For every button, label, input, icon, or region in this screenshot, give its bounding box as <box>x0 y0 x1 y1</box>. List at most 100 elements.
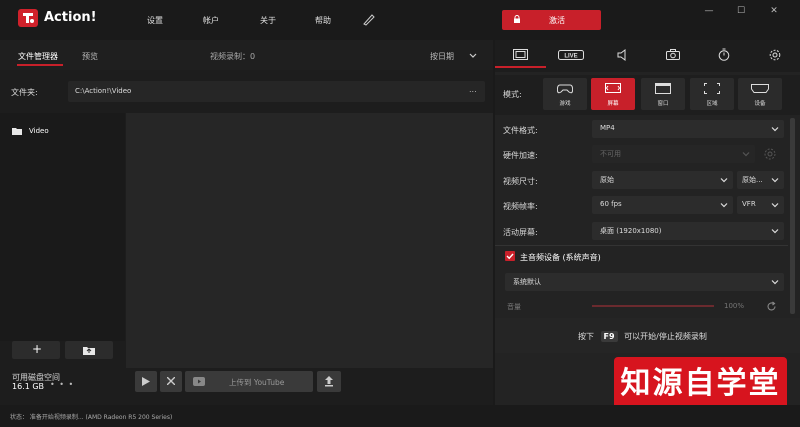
sort-by-date-select[interactable]: 按日期 <box>430 51 454 62</box>
menu-about[interactable]: 关于 <box>260 15 276 26</box>
video-preview-area[interactable] <box>126 113 493 368</box>
reset-volume-button[interactable] <box>766 301 777 312</box>
audio-device-label: 主音频设备 (系统声音) <box>520 253 601 262</box>
menu-account[interactable]: 帐户 <box>203 15 219 26</box>
youtube-icon <box>193 377 205 386</box>
upload-youtube-button[interactable]: 上传到 YouTube <box>185 371 313 392</box>
active-screen-value: 桌面 (1920x1080) <box>600 227 662 235</box>
settings-scrollbar[interactable] <box>790 118 795 314</box>
gear-icon <box>764 148 776 160</box>
close-x-icon <box>167 377 175 385</box>
window-icon <box>655 83 671 94</box>
frame-rate-select[interactable]: 60 fps <box>592 196 733 214</box>
chevron-down-icon <box>771 178 779 183</box>
audio-device-checkbox[interactable] <box>505 251 515 261</box>
mode-region-button[interactable]: 区域 <box>690 78 734 110</box>
mode-game-button[interactable]: 游戏 <box>543 78 587 110</box>
gamepad-icon <box>557 84 573 94</box>
activate-button[interactable]: 激活 <box>502 10 601 30</box>
hint-suffix: 可以开始/停止视频录制 <box>624 332 707 341</box>
menu-settings[interactable]: 设置 <box>147 15 163 26</box>
camera-icon <box>666 49 680 60</box>
hw-accel-label: 硬件加速: <box>503 151 538 160</box>
chevron-down-icon[interactable] <box>469 52 477 60</box>
mode-region-label: 区域 <box>706 101 718 107</box>
stopwatch-icon <box>718 48 730 61</box>
video-scale-value: 原始... <box>742 176 763 184</box>
tab-live-stream[interactable]: LIVE <box>546 42 597 68</box>
mode-device-label: 设备 <box>754 101 766 107</box>
video-record-count: 视频录制：0 <box>210 52 256 61</box>
minimize-button[interactable]: — <box>702 6 716 18</box>
refresh-icon <box>767 301 776 311</box>
list-item-video-folder[interactable]: Video <box>29 127 49 135</box>
mode-device-button[interactable]: 设备 <box>738 78 782 110</box>
hw-accel-value: 不可用 <box>600 150 621 158</box>
tab-timer[interactable] <box>699 42 750 68</box>
mode-window-label: 窗口 <box>657 101 669 107</box>
browse-folder-button[interactable]: ... <box>469 85 477 94</box>
video-size-label: 视频尺寸: <box>503 177 538 186</box>
pen-icon[interactable] <box>362 12 376 26</box>
activate-label: 激活 <box>549 16 565 25</box>
tab-file-manager[interactable]: 文件管理器 <box>18 51 58 62</box>
volume-slider[interactable] <box>592 305 714 307</box>
audio-device-select[interactable]: 系统默认 <box>505 273 784 291</box>
file-format-label: 文件格式: <box>503 126 538 135</box>
live-icon: LIVE <box>558 50 584 60</box>
hw-accel-select[interactable]: 不可用 <box>592 145 755 163</box>
open-folder-button[interactable] <box>65 341 113 359</box>
chevron-down-icon <box>771 203 779 208</box>
video-scale-select[interactable]: 原始... <box>737 171 784 189</box>
delete-button[interactable] <box>160 371 182 392</box>
mode-game-label: 游戏 <box>559 101 571 107</box>
mode-label: 模式: <box>503 90 522 99</box>
folder-icon <box>12 127 22 135</box>
close-button[interactable]: ✕ <box>767 6 781 18</box>
frame-rate-label: 视频帧率: <box>503 202 538 211</box>
monitor-icon <box>605 83 621 93</box>
file-list[interactable] <box>0 113 125 341</box>
active-screen-select[interactable]: 桌面 (1920x1080) <box>592 222 784 240</box>
maximize-button[interactable]: ☐ <box>734 6 748 18</box>
watermark-logo: 知源自学堂 <box>614 357 787 411</box>
tab-video-record[interactable] <box>495 42 546 68</box>
chevron-down-icon <box>720 178 728 183</box>
export-button[interactable] <box>317 371 341 392</box>
play-icon <box>142 377 150 386</box>
title-bar <box>0 0 800 40</box>
active-screen-label: 活动屏幕: <box>503 228 538 237</box>
frame-rate-mode-select[interactable]: VFR <box>737 196 784 214</box>
folder-path-text: C:\Action!\Video <box>75 87 132 95</box>
mode-screen-label: 屏幕 <box>607 101 619 107</box>
watermark-text: 知源自学堂 <box>620 366 781 401</box>
add-label: + <box>32 342 43 356</box>
hotkey-hint: 按下 F9 可以开始/停止视频录制 <box>578 331 707 342</box>
hw-accel-settings-button[interactable] <box>763 147 777 161</box>
play-button[interactable] <box>135 371 157 392</box>
upload-icon <box>325 376 333 387</box>
svg-text:LIVE: LIVE <box>564 54 577 60</box>
tab-preview[interactable]: 预览 <box>82 51 98 62</box>
open-folder-icon <box>83 347 95 355</box>
file-format-select[interactable]: MP4 <box>592 120 784 138</box>
mode-window-button[interactable]: 窗口 <box>641 78 685 110</box>
divider <box>495 245 788 246</box>
chevron-down-icon <box>771 127 779 132</box>
free-space-value: 16.1 GB <box>12 382 45 391</box>
tab-screenshot[interactable] <box>648 42 699 68</box>
video-size-value: 原始 <box>600 176 614 184</box>
file-format-value: MP4 <box>600 124 615 132</box>
add-folder-button[interactable]: + <box>12 341 60 359</box>
folder-label: 文件夹: <box>11 88 38 97</box>
mode-screen-button[interactable]: 屏幕 <box>591 78 635 110</box>
tab-settings[interactable] <box>750 42 800 68</box>
speaker-icon <box>617 49 626 61</box>
video-size-select[interactable]: 原始 <box>592 171 733 189</box>
frame-rate-value: 60 fps <box>600 200 622 208</box>
status-text: 状态： 准备开始视频录制... (AMD Radeon R5 200 Serie… <box>10 414 173 421</box>
volume-label: 音量 <box>507 303 521 311</box>
tab-audio[interactable] <box>597 42 648 68</box>
lock-icon <box>514 15 520 23</box>
menu-help[interactable]: 帮助 <box>315 15 331 26</box>
